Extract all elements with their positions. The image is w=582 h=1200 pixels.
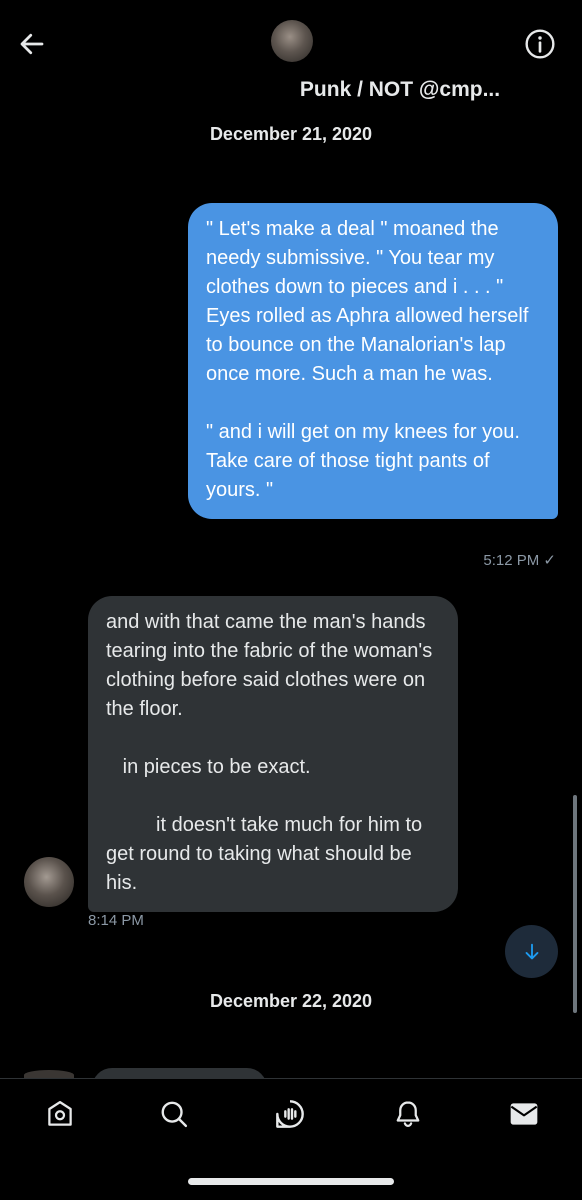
avatar[interactable]: [24, 857, 74, 907]
arrow-left-icon: [20, 33, 44, 55]
outgoing-message-timestamp: 5:12 PM ✓: [483, 552, 556, 569]
info-button[interactable]: [522, 26, 558, 62]
messages-icon: [510, 1103, 538, 1125]
spaces-icon: [276, 1100, 304, 1128]
scrollbar[interactable]: [573, 795, 577, 1013]
date-divider: December 22, 2020: [209, 991, 373, 1011]
tab-messages[interactable]: [504, 1094, 544, 1134]
avatar[interactable]: [271, 20, 313, 62]
info-circle-icon: [525, 29, 555, 59]
date-divider: December 21, 2020: [209, 124, 373, 144]
incoming-message-bubble[interactable]: and with that came the man's hands teari…: [88, 596, 458, 912]
tab-spaces[interactable]: [270, 1094, 310, 1134]
conversation-title[interactable]: Punk / NOT @cmp...: [240, 78, 560, 102]
incoming-message-timestamp: 8:14 PM: [88, 912, 144, 929]
home-icon: [48, 1101, 72, 1126]
conversation-header: Punk / NOT @cmp...: [0, 0, 582, 110]
home-indicator[interactable]: [188, 1178, 394, 1185]
tab-notifications[interactable]: [388, 1094, 428, 1134]
back-button[interactable]: [14, 26, 50, 62]
scroll-to-bottom-button[interactable]: [505, 925, 558, 978]
arrow-down-icon: [525, 943, 538, 959]
tab-home[interactable]: [40, 1094, 80, 1134]
outgoing-message-bubble[interactable]: " Let's make a deal " moaned the needy s…: [188, 203, 558, 519]
search-icon: [161, 1101, 188, 1128]
tab-search[interactable]: [154, 1094, 194, 1134]
notifications-icon: [396, 1101, 420, 1128]
